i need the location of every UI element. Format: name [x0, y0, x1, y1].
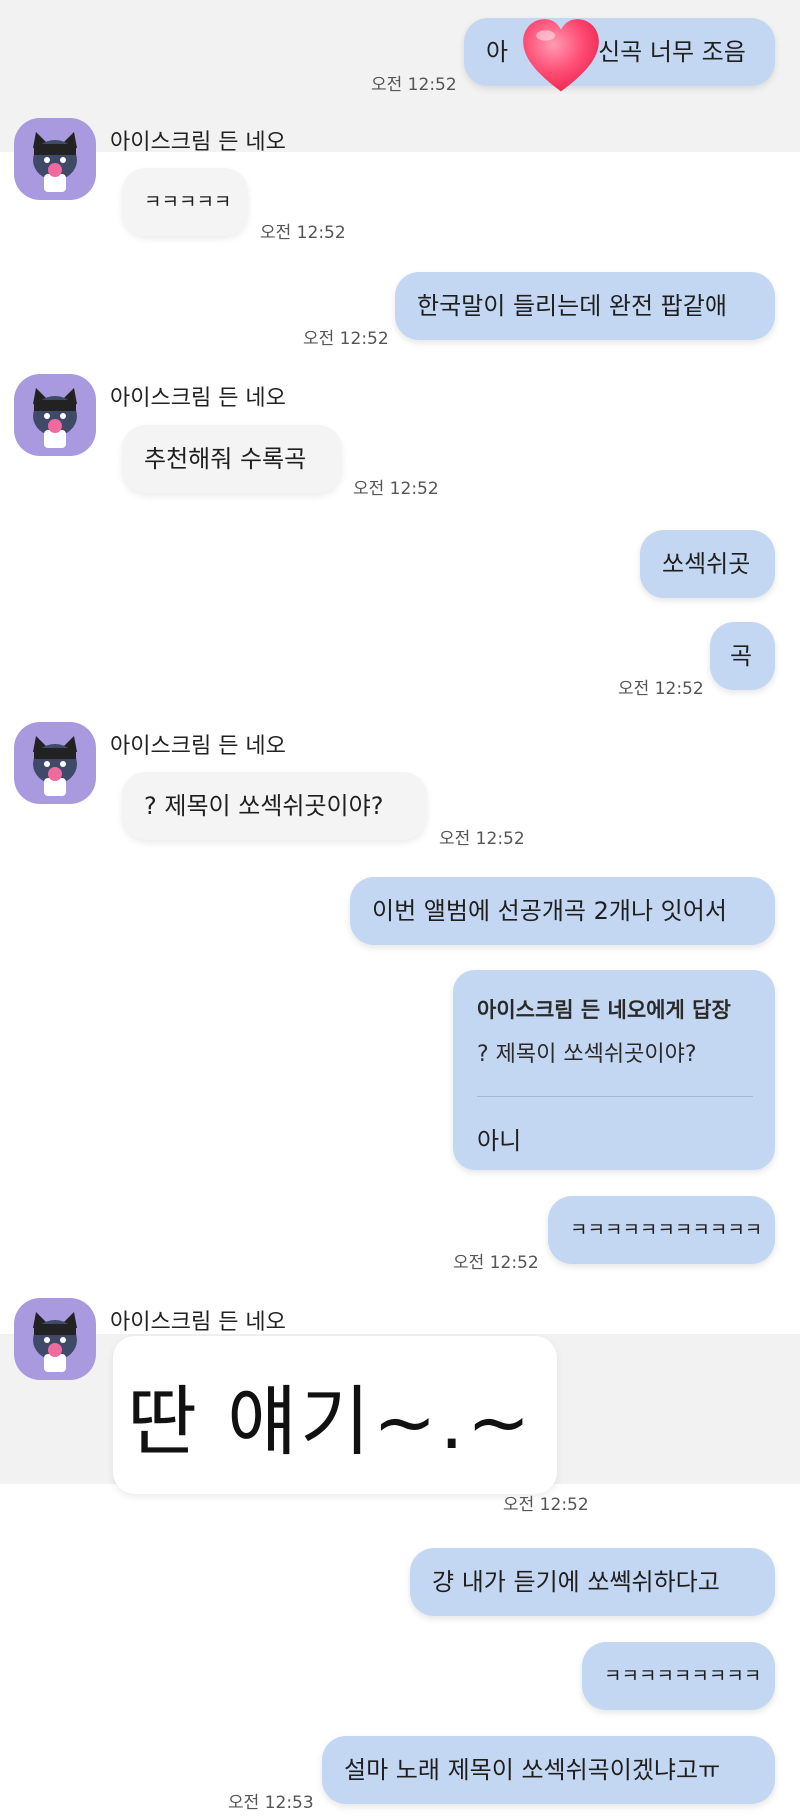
- message-time: 오전 12:52: [303, 329, 389, 349]
- sender-name: 아이스크림 든 네오: [110, 130, 286, 155]
- their-message-bubble[interactable]: ㅋㅋㅋㅋㅋ: [122, 168, 248, 236]
- message-text: ㅋㅋㅋㅋㅋㅋㅋㅋㅋㅋㅋ: [570, 1219, 763, 1241]
- message-time: 오전 12:52: [618, 679, 704, 699]
- reply-message-bubble[interactable]: 아이스크림 든 네오에게 답장 ? 제목이 쏘섹쉬곳이야? 아니: [453, 970, 775, 1170]
- my-message-bubble[interactable]: 곡: [710, 622, 775, 690]
- my-message-bubble[interactable]: ㅋㅋㅋㅋㅋㅋㅋㅋㅋ: [582, 1642, 775, 1710]
- message-text: 쏘섹쉬곳: [662, 550, 751, 578]
- my-message-bubble[interactable]: 설마 노래 제목이 쏘섹쉬곡이겠냐고ㅠ: [322, 1736, 775, 1804]
- reply-divider: [477, 1096, 753, 1097]
- message-text: 걍 내가 듣기에 쏘쎅쉬하다고: [432, 1568, 720, 1596]
- their-message-bubble-large[interactable]: 딴 얘기~.~: [113, 1336, 557, 1494]
- message-text: 곡: [730, 642, 753, 670]
- their-message-bubble[interactable]: ? 제목이 쏘섹쉬곳이야?: [122, 772, 427, 840]
- heart-sticker-icon: [523, 19, 599, 92]
- my-message-bubble[interactable]: 걍 내가 듣기에 쏘쎅쉬하다고: [410, 1548, 775, 1616]
- my-message-bubble[interactable]: 쏘섹쉬곳: [640, 530, 775, 598]
- quoted-message[interactable]: ? 제목이 쏘섹쉬곳이야?: [477, 1036, 753, 1068]
- message-time: 오전 12:52: [371, 75, 457, 95]
- message-text: 신곡 너무 조음: [598, 38, 746, 66]
- message-time: 오전 12:52: [260, 223, 346, 243]
- message-text: 아니: [477, 1127, 522, 1155]
- neo-cat-avatar-icon[interactable]: [14, 118, 96, 200]
- message-text: 한국말이 들리는데 완전 팝같애: [417, 292, 727, 320]
- sender-name: 아이스크림 든 네오: [110, 734, 286, 759]
- message-text: 아: [486, 38, 509, 66]
- message-time: 오전 12:52: [353, 479, 439, 499]
- their-message-bubble[interactable]: 추천해줘 수록곡: [122, 425, 342, 493]
- message-time: 오전 12:52: [439, 829, 525, 849]
- message-text: 이번 앨범에 선공개곡 2개나 잇어서: [372, 897, 727, 925]
- neo-cat-avatar-icon[interactable]: [14, 722, 96, 804]
- my-message-bubble[interactable]: ㅋㅋㅋㅋㅋㅋㅋㅋㅋㅋㅋ: [548, 1196, 775, 1264]
- message-text: ? 제목이 쏘섹쉬곳이야?: [144, 792, 384, 820]
- reply-target-label: 아이스크림 든 네오에게 답장: [477, 998, 731, 1022]
- sender-name: 아이스크림 든 네오: [110, 386, 286, 411]
- my-message-bubble[interactable]: 한국말이 들리는데 완전 팝같애: [395, 272, 775, 340]
- message-text: 딴 얘기~.~: [127, 1377, 534, 1466]
- my-message-bubble[interactable]: 아 신곡 너무 조음: [464, 18, 775, 86]
- message-text: ㅋㅋㅋㅋㅋ: [144, 191, 232, 213]
- message-text: 추천해줘 수록곡: [144, 445, 307, 473]
- neo-cat-avatar-icon[interactable]: [14, 374, 96, 456]
- message-time: 오전 12:52: [503, 1495, 589, 1515]
- sender-name: 아이스크림 든 네오: [110, 1310, 286, 1335]
- message-text: 설마 노래 제목이 쏘섹쉬곡이겠냐고ㅠ: [344, 1756, 721, 1784]
- message-text: ㅋㅋㅋㅋㅋㅋㅋㅋㅋ: [604, 1665, 762, 1687]
- my-message-bubble[interactable]: 이번 앨범에 선공개곡 2개나 잇어서: [350, 877, 775, 945]
- neo-cat-avatar-icon[interactable]: [14, 1298, 96, 1380]
- message-time: 오전 12:53: [228, 1793, 314, 1813]
- message-time: 오전 12:52: [453, 1253, 539, 1273]
